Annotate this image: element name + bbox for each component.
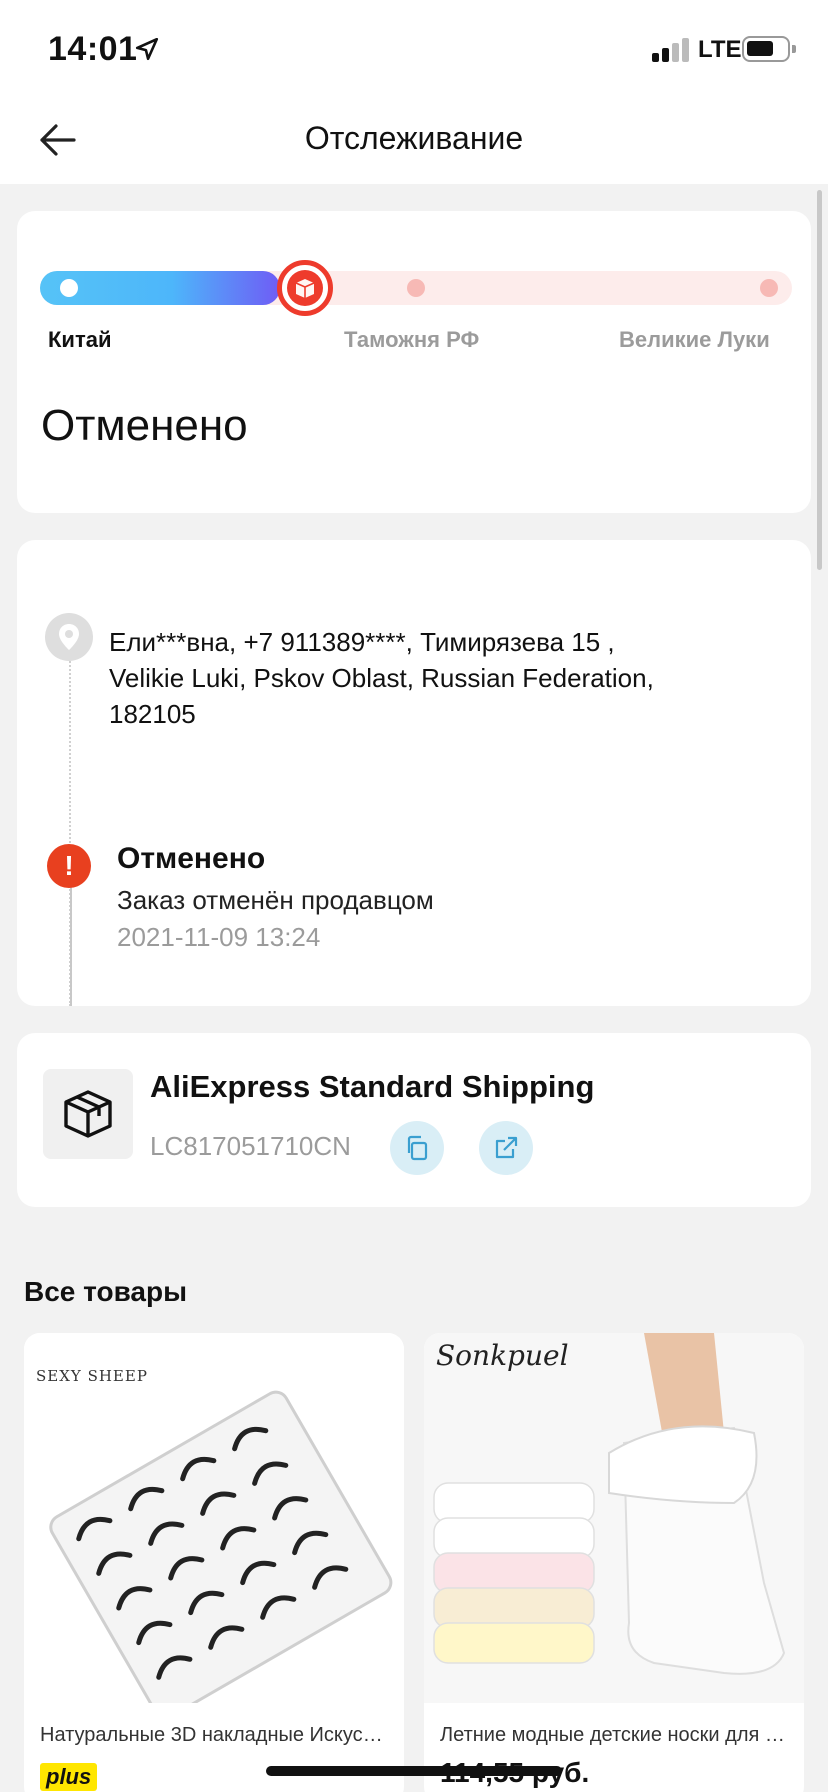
stage-dot-customs [407,279,425,297]
package-marker-icon [277,260,333,316]
product-brand: Sonkpuel [436,1339,569,1372]
product-card[interactable]: Sonkpuel Летние модные детские носки для… [424,1333,804,1792]
tracking-progress-card: Китай Таможня РФ Великие Луки Отменено [17,211,811,513]
stage-label-destination: Великие Луки [619,327,770,352]
delivery-address: Ели***вна, +7 911389****, Тимирязева 15 … [109,627,654,729]
plus-badge: plus [40,1763,98,1791]
home-indicator[interactable] [266,1766,562,1776]
location-pin-icon [45,613,93,661]
product-brand: SEXY SHEEP [36,1367,148,1385]
product-image [24,1333,404,1703]
signal-icon [652,38,692,62]
status-time: 14:01 [48,30,138,68]
stage-dot-origin [60,279,78,297]
page-title: Отслеживание [304,120,524,156]
progress-track [40,260,792,316]
delivery-timeline-card: Ели***вна, +7 911389****, Тимирязева 15 … [17,540,811,1006]
open-link-button[interactable] [479,1121,533,1175]
external-link-icon [495,1136,518,1159]
shipping-method: AliExpress Standard Shipping [150,1069,595,1104]
section-title: Все товары [24,1276,188,1307]
status-bar: 14:01 LTE [0,0,828,100]
header: Отслеживание [0,100,828,184]
product-name: Натуральные 3D накладные Искусственные р… [40,1724,388,1746]
copy-icon [407,1135,428,1161]
network-type: LTE [698,36,742,63]
location-arrow-icon [135,37,159,61]
stage-label-china: Китай [48,327,112,352]
product-image [424,1333,804,1703]
product-card[interactable]: SEXY SHEEP Натуральные 3D накладные Иску… [24,1333,404,1792]
stage-dot-destination [760,279,778,297]
shipping-info-card: AliExpress Standard Shipping LC817051710… [17,1033,811,1207]
package-box-icon [43,1069,133,1159]
event-description: Заказ отменён продавцом [117,885,434,915]
copy-button[interactable] [390,1121,444,1175]
battery-icon [742,36,796,62]
tracking-number[interactable]: LC817051710CN [150,1131,351,1162]
alert-icon: ! [47,844,91,888]
event-title: Отменено [117,842,266,875]
order-status: Отменено [41,401,248,450]
stage-label-customs: Таможня РФ [344,327,480,352]
event-time: 2021-11-09 13:24 [117,922,321,952]
scrollbar[interactable] [817,190,822,570]
product-name: Летние модные детские носки для девочек [440,1724,788,1746]
